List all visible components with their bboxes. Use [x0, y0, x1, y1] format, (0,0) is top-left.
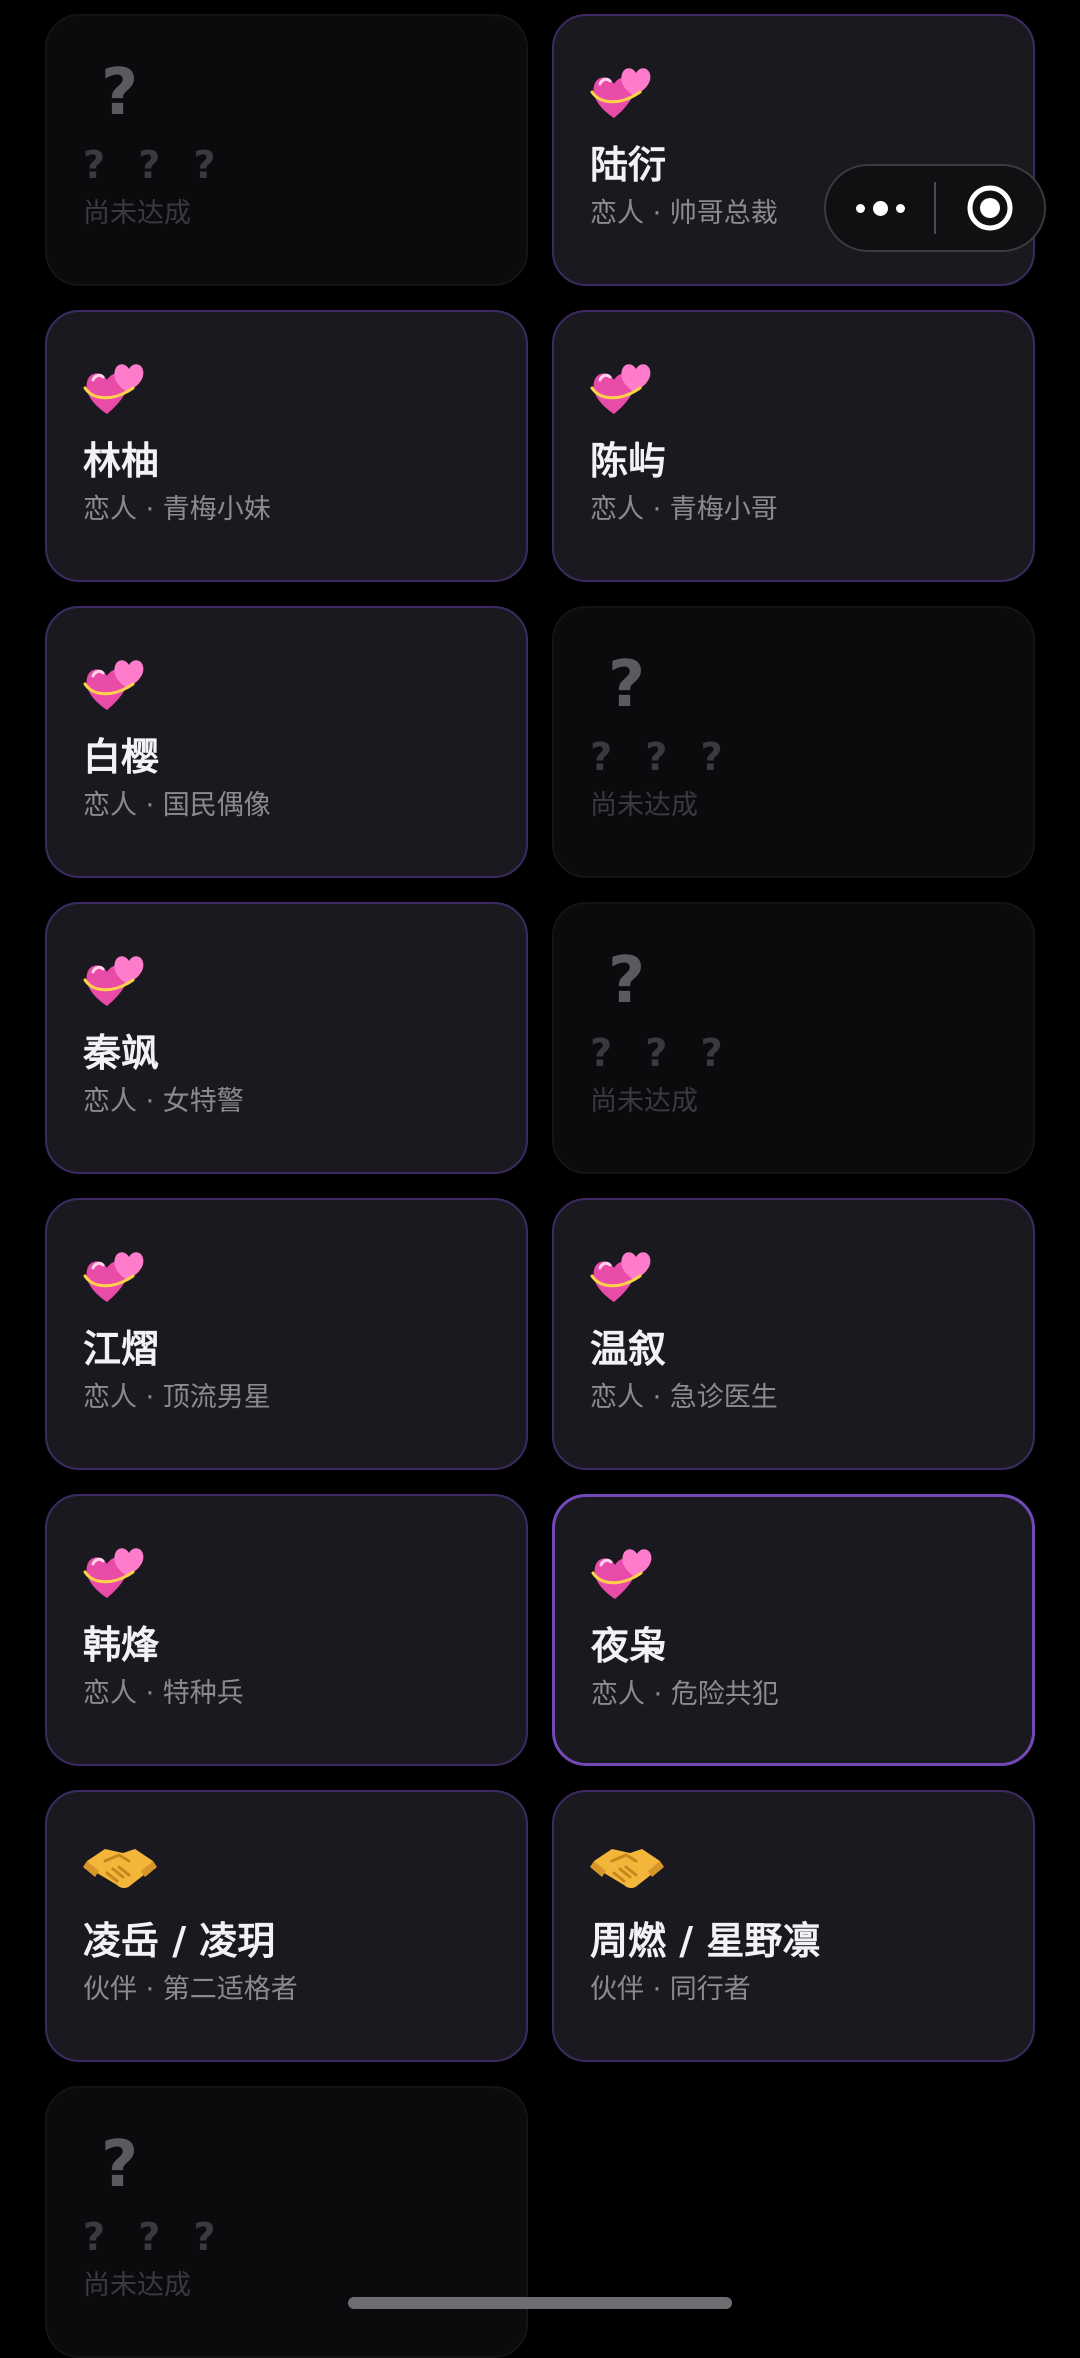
two-hearts-icon: [591, 1541, 998, 1607]
more-dots-icon: [855, 203, 865, 213]
two-hearts-icon: [83, 948, 492, 1014]
locked-achievement-card[interactable]: ? ? ? ? 尚未达成: [552, 902, 1035, 1174]
card-subtitle: 恋人 · 急诊医生: [590, 1382, 778, 1413]
card-subtitle: 伙伴 · 同行者: [590, 1974, 751, 2005]
question-mark-icon-text: ?: [608, 648, 646, 722]
question-mark-icon: ?: [590, 948, 999, 1014]
question-mark-icon-text: ?: [101, 56, 139, 130]
two-hearts-icon: [83, 1244, 492, 1310]
achievement-card[interactable]: 凌岳 / 凌玥伙伴 · 第二适格者: [45, 1790, 528, 2062]
achievement-card[interactable]: 林柚恋人 · 青梅小妹: [45, 310, 528, 582]
achievement-card[interactable]: 秦飒恋人 · 女特警: [45, 902, 528, 1174]
card-name: 韩烽: [83, 1623, 160, 1667]
achievement-card[interactable]: 江熠恋人 · 顶流男星: [45, 1198, 528, 1470]
card-name: 夜枭: [591, 1624, 668, 1668]
achievement-card[interactable]: 白樱恋人 · 国民偶像: [45, 606, 528, 878]
card-subtitle: 尚未达成: [590, 790, 698, 821]
two-hearts-icon: [83, 1540, 492, 1606]
achievement-card[interactable]: 韩烽恋人 · 特种兵: [45, 1494, 528, 1766]
card-subtitle: 尚未达成: [83, 198, 191, 229]
handshake-icon: [83, 1836, 492, 1902]
card-subtitle: 伙伴 · 第二适格者: [83, 1974, 298, 2005]
card-name: ? ? ?: [83, 143, 226, 187]
achievement-card[interactable]: 周燃 / 星野凛伙伴 · 同行者: [552, 1790, 1035, 2062]
home-indicator[interactable]: [348, 2297, 732, 2309]
card-name: 秦飒: [83, 1031, 160, 1075]
more-button[interactable]: [826, 166, 934, 250]
close-button[interactable]: [936, 166, 1044, 250]
two-hearts-icon: [590, 356, 999, 422]
card-subtitle: 恋人 · 危险共犯: [591, 1679, 779, 1710]
card-name: 陈屿: [590, 439, 667, 483]
handshake-icon: [590, 1836, 999, 1902]
locked-achievement-card[interactable]: ? ? ? ? 尚未达成: [552, 606, 1035, 878]
card-name: 凌岳 / 凌玥: [83, 1919, 276, 1963]
achievement-grid: ?? ? ? 尚未达成 陆衍 恋人 · 帅哥总裁 林柚 恋人 · 青梅小妹 陈屿 恋人 · 青…: [45, 14, 1035, 2358]
card-subtitle: 恋人 · 青梅小哥: [590, 494, 778, 525]
locked-achievement-card[interactable]: ? ? ? ? 尚未达成: [45, 14, 528, 286]
mini-program-capsule: [824, 164, 1046, 252]
two-hearts-icon: [83, 652, 492, 718]
card-subtitle: 尚未达成: [590, 1086, 698, 1117]
achievement-card[interactable]: 夜枭恋人 · 危险共犯: [552, 1494, 1035, 1766]
two-hearts-icon: [590, 60, 999, 126]
two-hearts-icon: [590, 1244, 999, 1310]
card-name: 周燃 / 星野凛: [590, 1919, 821, 1963]
question-mark-icon-text: ?: [101, 2128, 139, 2202]
card-name: ? ? ?: [590, 1031, 733, 1075]
target-close-icon: [967, 185, 1013, 231]
question-mark-icon: ?: [83, 60, 492, 126]
card-subtitle: 恋人 · 青梅小妹: [83, 494, 271, 525]
question-mark-icon: ?: [590, 652, 999, 718]
achievement-card[interactable]: 温叙恋人 · 急诊医生: [552, 1198, 1035, 1470]
question-mark-icon-text: ?: [608, 944, 646, 1018]
card-subtitle: 恋人 · 顶流男星: [83, 1382, 271, 1413]
card-name: ? ? ?: [590, 735, 733, 779]
card-subtitle: 恋人 · 女特警: [83, 1086, 244, 1117]
two-hearts-icon: [83, 356, 492, 422]
card-name: ? ? ?: [83, 2215, 226, 2259]
card-name: 温叙: [590, 1327, 667, 1371]
card-subtitle: 恋人 · 国民偶像: [83, 790, 271, 821]
card-subtitle: 恋人 · 特种兵: [83, 1678, 244, 1709]
card-name: 白樱: [83, 735, 160, 779]
achievement-card[interactable]: 陈屿恋人 · 青梅小哥: [552, 310, 1035, 582]
question-mark-icon: ?: [83, 2132, 492, 2198]
locked-achievement-card[interactable]: ?? ? ? 尚未达成: [45, 2086, 528, 2358]
card-name: 江熠: [83, 1327, 160, 1371]
card-name: 林柚: [83, 439, 160, 483]
